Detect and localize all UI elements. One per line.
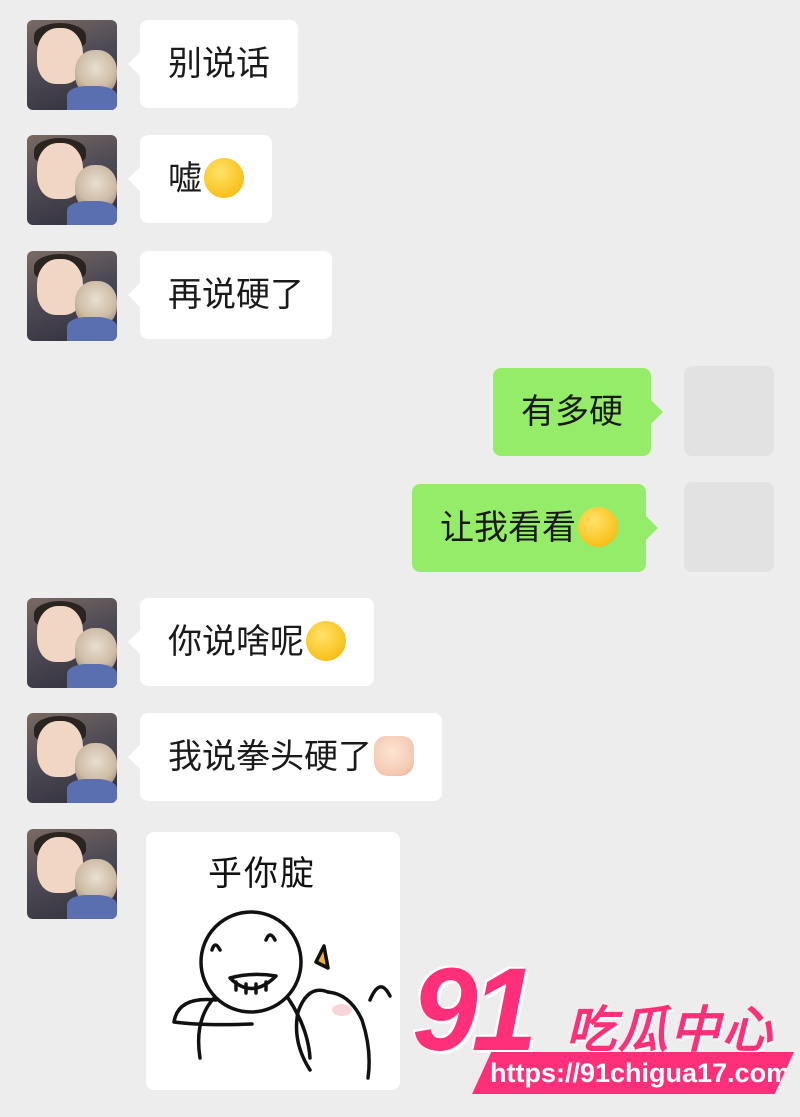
message-row-outgoing: 有多硬 (0, 366, 800, 456)
message-row-incoming: 你说啥呢 (0, 598, 800, 688)
message-text: 有多硬 (521, 392, 623, 432)
contact-avatar[interactable] (27, 829, 117, 919)
fist-emoji-icon (374, 735, 414, 776)
message-bubble[interactable]: 有多硬 (493, 368, 663, 456)
message-text: 你说啥呢 (168, 622, 304, 662)
message-row-incoming (0, 829, 800, 919)
watermark-url: https://91chigua17.com (472, 1052, 794, 1094)
contact-avatar[interactable] (27, 20, 117, 110)
message-row-incoming: 别说话 (0, 20, 800, 110)
message-bubble[interactable]: 让我看看 (412, 484, 658, 572)
sticker-message[interactable]: 乎你腚 (146, 832, 400, 1090)
message-bubble[interactable]: 再说硬了 (128, 251, 332, 339)
contact-avatar[interactable] (27, 598, 117, 688)
user-avatar[interactable] (684, 366, 774, 456)
message-bubble[interactable]: 你说啥呢 (128, 598, 374, 686)
message-text: 我说拳头硬了 (168, 737, 372, 777)
watermark-brand: 吃瓜中心 (566, 1001, 774, 1059)
site-watermark: 91 吃瓜中心 https://91chigua17.com (408, 944, 800, 1117)
contact-avatar[interactable] (27, 251, 117, 341)
message-text: 让我看看 (440, 508, 576, 548)
contact-avatar[interactable] (27, 135, 117, 225)
message-row-incoming: 我说拳头硬了 (0, 713, 800, 803)
message-bubble[interactable]: 嘘 (128, 135, 272, 223)
user-avatar[interactable] (684, 482, 774, 572)
message-text: 别说话 (168, 44, 270, 84)
sticker-caption: 乎你腚 (208, 854, 316, 894)
smiling-face-emoji-icon (306, 620, 346, 661)
message-row-outgoing: 让我看看 (0, 482, 800, 572)
message-text: 嘘 (168, 159, 202, 199)
shushing-face-emoji-icon (204, 157, 244, 198)
message-text: 再说硬了 (168, 275, 304, 315)
message-bubble[interactable]: 我说拳头硬了 (128, 713, 442, 801)
message-row-incoming: 嘘 (0, 135, 800, 225)
message-row-incoming: 再说硬了 (0, 251, 800, 341)
contact-avatar[interactable] (27, 713, 117, 803)
message-bubble[interactable]: 别说话 (128, 20, 298, 108)
grimacing-face-emoji-icon (578, 506, 618, 547)
